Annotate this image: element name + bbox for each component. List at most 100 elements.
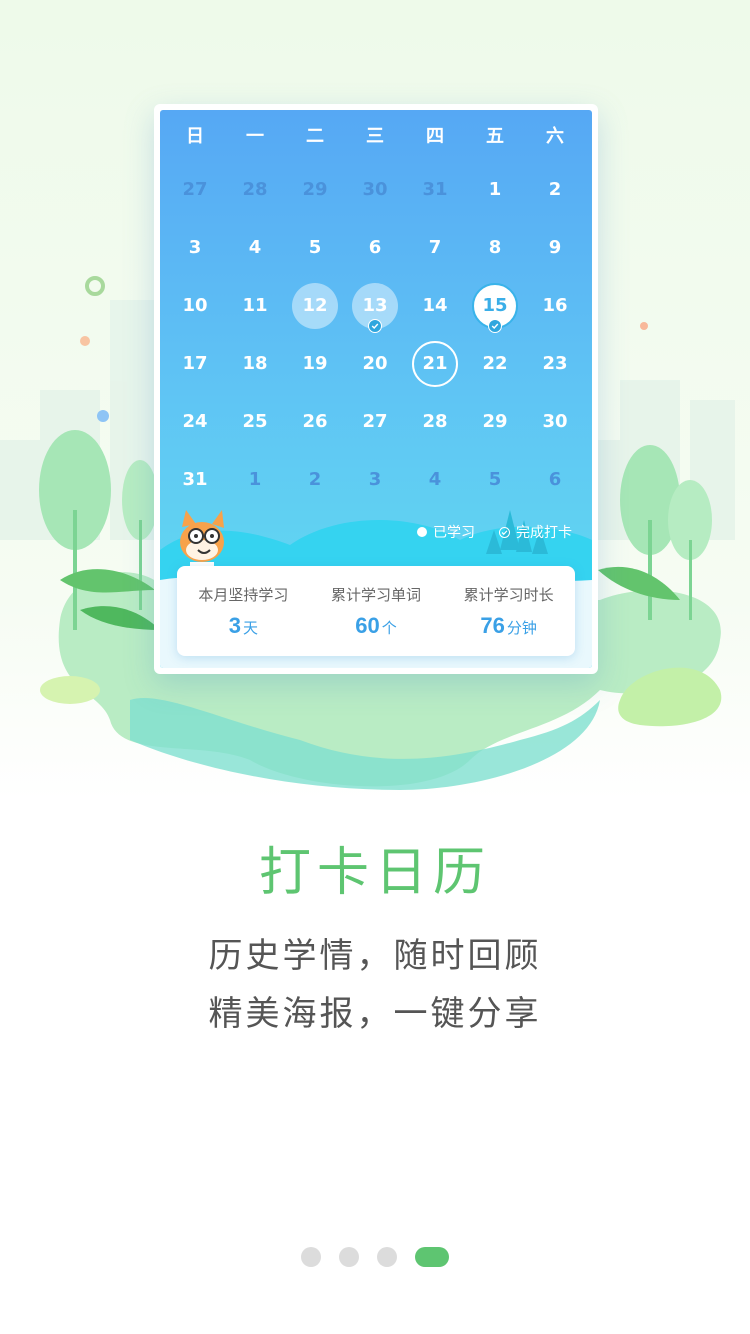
calendar-day-number: 4 xyxy=(248,237,262,258)
weekday-wed: 三 xyxy=(366,126,384,147)
calendar-day-number: 20 xyxy=(362,353,388,374)
calendar-day-number: 4 xyxy=(428,469,442,490)
stat-total-time-label: 累计学习时长 xyxy=(463,586,554,604)
check-circle-icon xyxy=(499,526,510,538)
calendar-day[interactable]: 5 xyxy=(285,226,345,270)
calendar-day[interactable]: 29 xyxy=(285,168,345,212)
calendar-week: 24 25 26 27 28 29 30 xyxy=(160,400,592,444)
calendar-day[interactable]: 8 xyxy=(465,226,525,270)
calendar-card: 日 一 二 三 四 五 六 27 28 29 30 31 1 2 3 4 5 6 7 8 9 10 11 12 1… xyxy=(154,104,598,674)
calendar-day[interactable]: 28 xyxy=(405,400,465,444)
calendar-day-number: 6 xyxy=(548,469,562,490)
calendar-day[interactable]: 24 xyxy=(165,400,225,444)
calendar-day[interactable]: 30 xyxy=(345,168,405,212)
calendar-day-number: 17 xyxy=(182,353,208,374)
checked-in-icon xyxy=(488,319,502,333)
calendar-day[interactable]: 16 xyxy=(525,284,585,328)
calendar-day-number: 19 xyxy=(302,353,328,374)
calendar-week: 17 18 19 20 21 22 23 xyxy=(160,341,592,387)
stat-total-time-unit: 分钟 xyxy=(506,619,537,637)
calendar-day-number: 5 xyxy=(488,469,502,490)
calendar-day-number: 15 xyxy=(482,295,508,316)
calendar-day[interactable]: 30 xyxy=(525,400,585,444)
pager-dot[interactable] xyxy=(377,1247,397,1267)
calendar-week: 27 28 29 30 31 1 2 xyxy=(160,168,592,212)
calendar-day-number: 10 xyxy=(182,295,208,316)
pager-dot[interactable] xyxy=(301,1247,321,1267)
calendar-day[interactable]: 23 xyxy=(525,342,585,386)
stat-month-streak-label: 本月坚持学习 xyxy=(198,586,289,604)
calendar-day-number: 16 xyxy=(542,295,568,316)
calendar-day[interactable]: 26 xyxy=(285,400,345,444)
calendar-day-number: 27 xyxy=(362,411,388,432)
mascot-fox-icon xyxy=(180,510,224,572)
stat-month-streak-value: 3 xyxy=(228,612,241,638)
weekday-fri: 五 xyxy=(486,126,504,147)
calendar-day[interactable]: 17 xyxy=(165,342,225,386)
calendar-day[interactable]: 19 xyxy=(285,342,345,386)
calendar-day-number: 18 xyxy=(242,353,268,374)
calendar-day-number: 2 xyxy=(308,469,322,490)
calendar-day[interactable]: 27 xyxy=(345,400,405,444)
calendar-day-number: 3 xyxy=(368,469,382,490)
calendar-day[interactable]: 25 xyxy=(225,400,285,444)
weekday-header: 日 一 二 三 四 五 六 xyxy=(160,122,592,152)
calendar-day[interactable]: 28 xyxy=(225,168,285,212)
calendar-day-number: 23 xyxy=(542,353,568,374)
calendar-day-number: 1 xyxy=(248,469,262,490)
calendar-day-number: 29 xyxy=(482,411,508,432)
calendar-day[interactable]: 29 xyxy=(465,400,525,444)
calendar-day[interactable]: 14 xyxy=(405,284,465,328)
calendar-legend: 已学习 完成打卡 xyxy=(417,522,572,542)
weekday-thu: 四 xyxy=(426,126,444,147)
calendar-day[interactable]: 4 xyxy=(225,226,285,270)
calendar-day[interactable]: 9 xyxy=(525,226,585,270)
calendar-day[interactable]: 27 xyxy=(165,168,225,212)
calendar-week: 3 4 5 6 7 8 9 xyxy=(160,226,592,270)
calendar-day[interactable]: 15 xyxy=(465,283,525,333)
calendar-day-number: 29 xyxy=(302,179,328,200)
calendar-day-number: 30 xyxy=(362,179,388,200)
calendar-day[interactable]: 31 xyxy=(405,168,465,212)
calendar-day[interactable]: 18 xyxy=(225,342,285,386)
calendar-day-number: 13 xyxy=(362,295,388,316)
subtitle-line-2: 精美海报，一键分享 xyxy=(208,994,542,1034)
calendar-day-number: 24 xyxy=(182,411,208,432)
stat-month-streak: 本月坚持学习 3天 xyxy=(198,584,288,639)
stat-month-streak-unit: 天 xyxy=(242,619,258,637)
calendar-day-number: 31 xyxy=(422,179,448,200)
weekday-sun: 日 xyxy=(186,126,204,147)
stat-total-time: 累计学习时长 76 分钟 xyxy=(464,584,554,639)
calendar-day-number: 31 xyxy=(182,469,208,490)
pager-dot[interactable] xyxy=(339,1247,359,1267)
calendar-day[interactable]: 6 xyxy=(345,226,405,270)
stat-total-words-unit: 个 xyxy=(381,619,397,637)
calendar-day-number: 9 xyxy=(548,237,562,258)
calendar-day-number: 3 xyxy=(188,237,202,258)
calendar-day[interactable]: 13 xyxy=(345,283,405,333)
weekday-sat: 六 xyxy=(546,126,564,147)
calendar-day[interactable]: 11 xyxy=(225,284,285,328)
calendar-day-number: 12 xyxy=(302,295,328,316)
calendar-day-number: 2 xyxy=(548,179,562,200)
calendar-day[interactable]: 22 xyxy=(465,342,525,386)
calendar-day[interactable]: 3 xyxy=(165,226,225,270)
calendar-day[interactable]: 2 xyxy=(525,168,585,212)
calendar-day-number: 26 xyxy=(302,411,328,432)
stat-total-time-value: 76 xyxy=(480,612,505,638)
checked-in-icon xyxy=(368,319,382,333)
calendar-day[interactable]: 21 xyxy=(405,341,465,387)
calendar-day-number: 14 xyxy=(422,295,448,316)
calendar-day[interactable]: 20 xyxy=(345,342,405,386)
pager-dot-active[interactable] xyxy=(415,1247,449,1267)
calendar-day-number: 22 xyxy=(482,353,508,374)
calendar-day[interactable]: 10 xyxy=(165,284,225,328)
calendar-day[interactable]: 7 xyxy=(405,226,465,270)
calendar-day-number: 30 xyxy=(542,411,568,432)
legend-studied-label: 已学习 xyxy=(433,524,475,540)
calendar-day-number: 7 xyxy=(428,237,442,258)
calendar-day[interactable]: 1 xyxy=(465,168,525,212)
weekday-tue: 二 xyxy=(306,126,324,147)
calendar-day[interactable]: 12 xyxy=(285,283,345,329)
legend-studied: 已学习 xyxy=(417,522,475,542)
